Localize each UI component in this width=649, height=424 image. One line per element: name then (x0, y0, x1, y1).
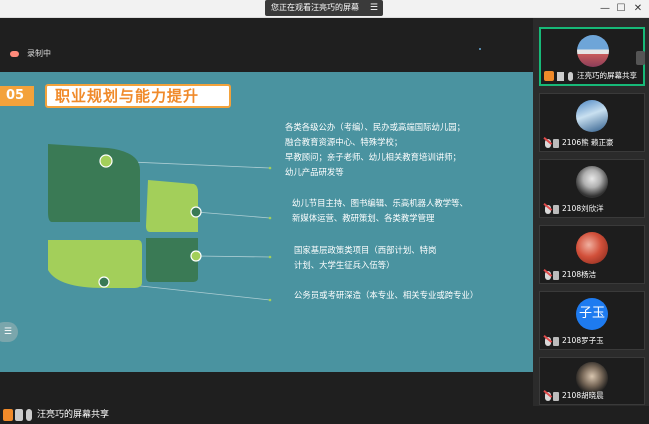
participant-tile[interactable]: 2108杨洁 (539, 225, 645, 284)
avatar: 子玉 (576, 298, 608, 330)
title-bar: 您正在观看汪亮巧的屏幕 ☰ — ☐ ✕ (0, 0, 649, 18)
career-item-1: 各类各级公办（考编）、民办或高端国际幼儿园； 融合教育资源中心、特殊学校； 早教… (285, 120, 465, 180)
career-item-line: 国家基层政策类项目（西部计划、特岗 (294, 245, 437, 255)
career-item-4: 公务员或考研深造（本专业、相关专业或跨专业） (294, 288, 478, 303)
sharer-label: 汪亮巧的屏幕共享 (37, 410, 110, 420)
speaker-icon (553, 139, 559, 148)
viewing-banner[interactable]: 您正在观看汪亮巧的屏幕 ☰ (265, 0, 383, 16)
cursor-dot (479, 48, 481, 50)
participant-name: 2108罗子玉 (562, 336, 604, 345)
career-item-line: 幼儿产品研发等 (285, 167, 344, 177)
menu-icon[interactable]: ☰ (370, 0, 378, 16)
avatar (576, 232, 608, 264)
screen-icon (15, 409, 23, 421)
participant-tile[interactable]: 汪亮巧的屏幕共享 (539, 27, 645, 86)
muted-mic-icon (545, 271, 551, 280)
participant-tile[interactable]: 2108刘欣洋 (539, 159, 645, 218)
petal-light-right-top (146, 180, 198, 232)
career-item-line: 计划、大学生征兵入伍等） (294, 260, 395, 270)
close-icon[interactable]: ✕ (631, 2, 645, 16)
share-icon (544, 71, 554, 81)
connector-line (195, 255, 271, 258)
screen-icon (557, 72, 564, 81)
minimize-icon[interactable]: — (598, 2, 612, 16)
connector-line (195, 211, 271, 219)
participant-name: 2106熊 赖正豪 (562, 138, 614, 147)
avatar (576, 100, 608, 132)
participant-tile[interactable]: 2108胡晓晨 (539, 357, 645, 405)
share-icon (3, 409, 13, 421)
participant-panel: 汪亮巧的屏幕共享 2106熊 赖正豪 2108刘欣洋 2108杨洁 子玉 210… (533, 18, 649, 406)
petal-dark-top (48, 144, 140, 222)
recording-label: 录制中 (27, 49, 51, 58)
endpoint-dot (268, 166, 272, 170)
petal-dark-right-bottom (146, 238, 198, 282)
muted-mic-icon (545, 392, 551, 401)
career-item-line: 融合教育资源中心、特殊学校； (285, 137, 403, 147)
bottom-bar: 汪亮巧的屏幕共享 (0, 406, 649, 424)
mic-icon (568, 72, 573, 81)
maximize-icon[interactable]: ☐ (614, 2, 628, 16)
muted-mic-icon (545, 205, 551, 214)
speaker-icon (553, 337, 559, 346)
avatar (577, 35, 609, 67)
participant-name: 2108刘欣洋 (562, 204, 604, 213)
node-circle (99, 154, 113, 168)
cloud-icon (10, 50, 19, 57)
presentation-slide: 05 职业规划与能力提升 各类各级公办（考编）、民办或高端国际幼儿园； 融合教育… (0, 72, 533, 372)
speaker-icon (553, 271, 559, 280)
career-item-line: 公务员或考研深造（本专业、相关专业或跨专业） (294, 290, 479, 300)
node-circle (190, 250, 202, 262)
banner-text: 您正在观看汪亮巧的屏幕 (271, 3, 359, 12)
speaker-icon (553, 392, 559, 401)
endpoint-dot (268, 216, 272, 220)
career-item-line: 幼儿节目主持、图书编辑、乐高机器人教学等、 (292, 198, 468, 208)
participant-name: 2108杨洁 (562, 270, 597, 279)
career-item-3: 国家基层政策类项目（西部计划、特岗 计划、大学生征兵入伍等） (294, 243, 436, 273)
career-item-line: 新媒体运营、教研策划、各类教学管理 (292, 213, 435, 223)
muted-mic-icon (545, 337, 551, 346)
career-item-line: 早教顾问；亲子老师、幼儿相关教育培训讲师； (285, 152, 461, 162)
avatar (576, 362, 608, 394)
meeting-app: 您正在观看汪亮巧的屏幕 ☰ — ☐ ✕ 录制中 05 职业规划与能力提升 各类各… (0, 0, 649, 424)
petal-light-bottom (48, 240, 142, 288)
node-circle (190, 206, 202, 218)
node-circle (98, 276, 110, 288)
muted-mic-icon (545, 139, 551, 148)
career-item-2: 幼儿节目主持、图书编辑、乐高机器人教学等、 新媒体运营、教研策划、各类教学管理 (292, 196, 468, 226)
participant-tile[interactable]: 2106熊 赖正豪 (539, 93, 645, 152)
endpoint-dot (268, 255, 272, 259)
avatar (576, 166, 608, 198)
shared-screen: 录制中 05 职业规划与能力提升 各类各级公办（考编）、民办或高端国际幼儿园； … (0, 18, 533, 424)
mic-icon (26, 409, 32, 421)
list-icon: ☰ (3, 327, 12, 337)
career-item-line: 各类各级公办（考编）、民办或高端国际幼儿园； (285, 122, 466, 132)
participant-name: 汪亮巧的屏幕共享 (577, 71, 637, 80)
endpoint-dot (268, 298, 272, 302)
camera-icon[interactable] (636, 51, 645, 65)
participant-tile[interactable]: 子玉 2108罗子玉 (539, 291, 645, 350)
recording-indicator: 录制中 (10, 48, 481, 59)
speaker-icon (553, 205, 559, 214)
participant-name: 2108胡晓晨 (562, 391, 604, 400)
